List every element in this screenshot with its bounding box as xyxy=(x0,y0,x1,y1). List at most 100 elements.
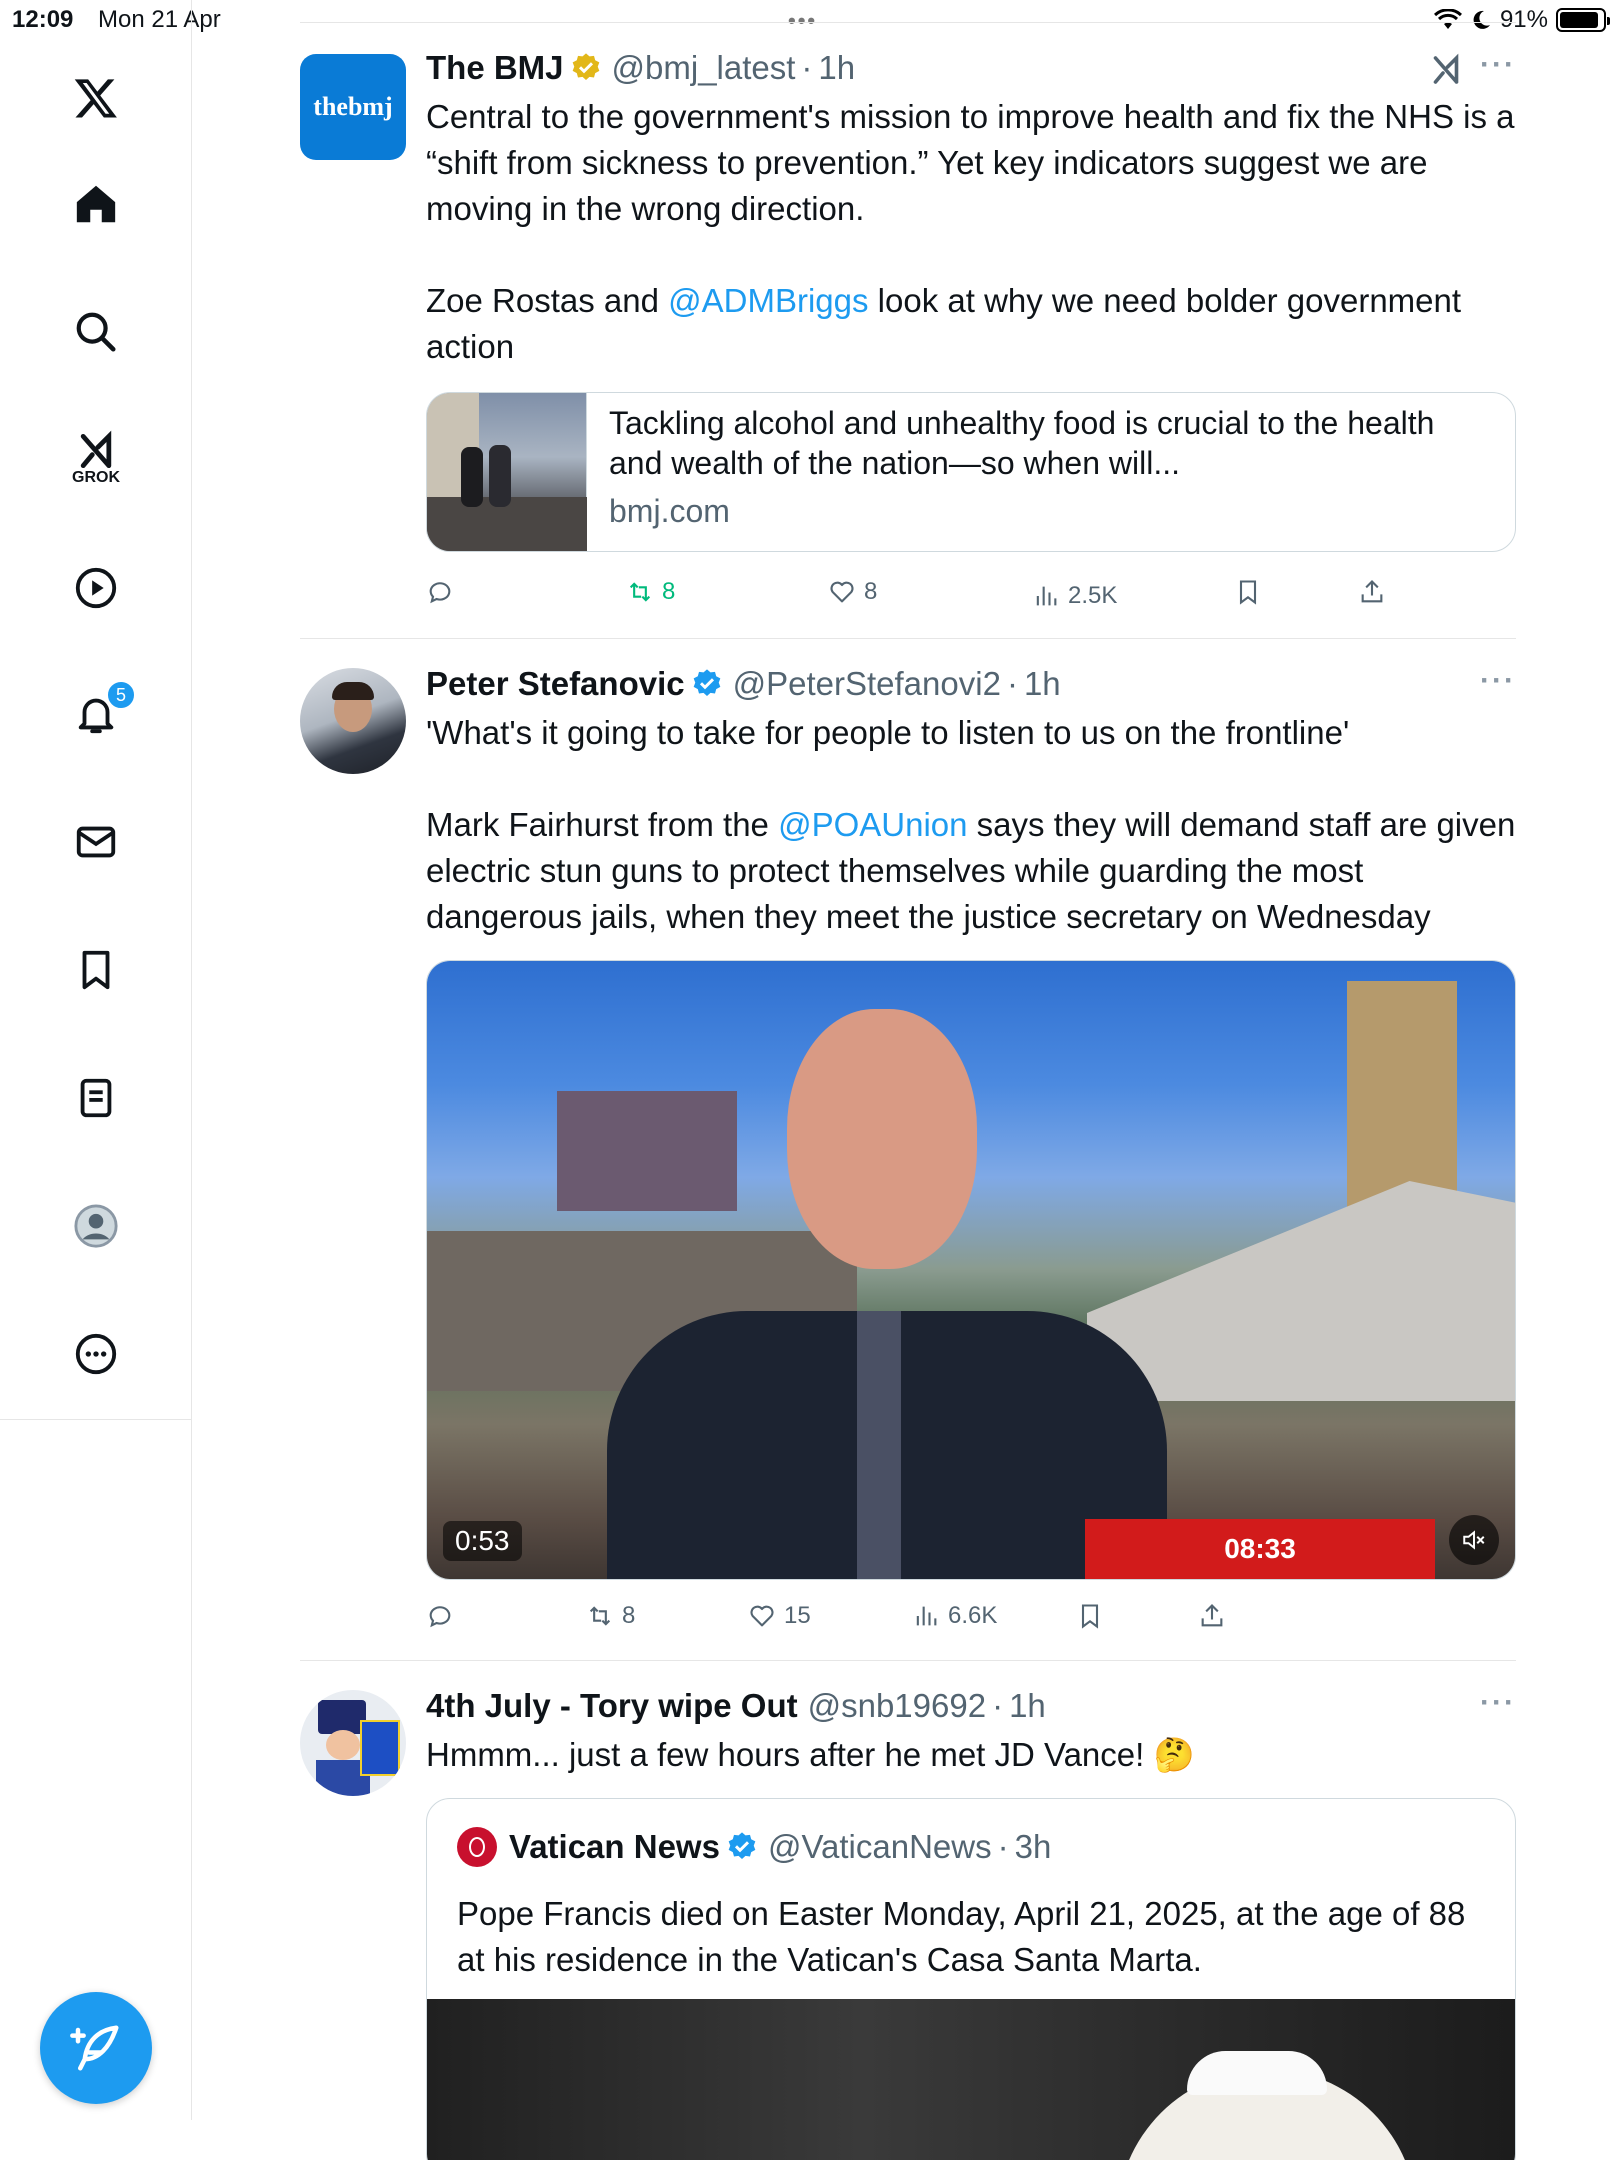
compose-feather-icon xyxy=(70,2025,119,2071)
repost-button[interactable]: 8 xyxy=(586,1602,635,1630)
status-bar: 12:09 Mon 21 Apr ••• 91% xyxy=(0,0,1620,40)
video-duration: 0:53 xyxy=(443,1521,522,1561)
views-icon xyxy=(916,1606,937,1626)
bookmark-icon xyxy=(1081,1604,1099,1629)
wifi-icon xyxy=(1433,9,1462,29)
video-player[interactable]: 0:53 08:33 xyxy=(426,960,1516,1580)
reply-button[interactable] xyxy=(426,1602,454,1630)
grok-icon[interactable]: GROK xyxy=(58,420,134,496)
blue-verified-icon xyxy=(728,1832,756,1859)
like-button[interactable]: 8 xyxy=(828,578,877,606)
quoted-post-header: Vatican News @VaticanNews · 3h xyxy=(457,1827,1051,1867)
bookmark-button[interactable] xyxy=(1234,578,1262,606)
gold-verified-icon xyxy=(572,53,599,80)
link-card[interactable]: Tackling alcohol and unhealthy food is c… xyxy=(426,392,1516,552)
like-button[interactable]: 15 xyxy=(748,1602,811,1630)
bookmark-icon xyxy=(1239,580,1257,605)
author-handle: @PeterStefanovi2 xyxy=(732,665,1001,702)
tweet-text: Hmmm... just a few hours after he met JD… xyxy=(426,1732,1516,1778)
tweet-header: Peter Stefanovic @PeterStefanovi2 · 1h xyxy=(426,665,1061,703)
mute-button[interactable] xyxy=(1449,1515,1499,1565)
tweet-divider xyxy=(300,1660,1516,1661)
author-handle: @snb19692 xyxy=(807,1687,987,1724)
grok-explain-icon[interactable] xyxy=(1428,52,1464,88)
notifications-icon[interactable]: 5 xyxy=(58,676,136,752)
bmj-logo-text: thebmj xyxy=(313,92,393,121)
share-icon xyxy=(1201,1604,1223,1627)
notification-badge: 5 xyxy=(106,680,136,710)
tweet-peter-stefanovic[interactable]: Peter Stefanovic @PeterStefanovi2 · 1h ·… xyxy=(300,664,1516,1654)
quoted-post-image xyxy=(427,1999,1515,2160)
quoted-post-time: 3h xyxy=(1014,1828,1052,1865)
search-icon[interactable] xyxy=(58,294,134,370)
reply-button[interactable] xyxy=(426,578,454,606)
views-button[interactable]: 2.5K xyxy=(1032,582,1117,610)
video-clock: 08:33 xyxy=(1085,1519,1435,1579)
tweet-actions: 8 8 2.5K xyxy=(426,578,1516,618)
tweet-tory-wipe-out[interactable]: 4th July - Tory wipe Out @snb19692 · 1h … xyxy=(300,1686,1516,2160)
messages-icon[interactable] xyxy=(58,804,134,880)
author-name[interactable]: 4th July - Tory wipe Out xyxy=(426,1687,798,1725)
post-time: 1h xyxy=(1023,665,1061,702)
link-card-title: Tackling alcohol and unhealthy food is c… xyxy=(609,405,1435,481)
bookmarks-icon[interactable] xyxy=(58,932,134,1008)
bookmark-button[interactable] xyxy=(1076,1602,1104,1630)
tweet-text-paragraph: 'What's it going to take for people to l… xyxy=(426,714,1350,751)
more-options-icon[interactable]: ··· xyxy=(1480,1686,1516,1720)
multitasking-dots-icon[interactable]: ••• xyxy=(788,8,817,34)
more-options-icon[interactable]: ··· xyxy=(1480,664,1516,698)
tweet-text-paragraph: Hmmm... just a few hours after he met JD… xyxy=(426,1736,1195,1773)
views-count: 6.6K xyxy=(948,1602,998,1629)
compose-post-button[interactable] xyxy=(40,1992,152,2104)
x-logo-icon[interactable] xyxy=(58,60,134,136)
muted-speaker-icon xyxy=(1463,1530,1485,1550)
video-icon[interactable] xyxy=(58,550,134,626)
video-person-head xyxy=(787,1009,977,1269)
like-count: 15 xyxy=(784,1602,811,1629)
views-button[interactable]: 6.6K xyxy=(912,1602,997,1630)
repost-icon xyxy=(629,582,651,602)
avatar-bmj[interactable]: thebmj xyxy=(300,54,406,160)
grok-label: GROK xyxy=(72,469,120,486)
profile-icon[interactable] xyxy=(58,1188,134,1264)
mention-link[interactable]: @POAUnion xyxy=(778,806,967,843)
share-button[interactable] xyxy=(1358,578,1386,606)
avatar-snb19692[interactable] xyxy=(300,1690,406,1796)
reply-icon xyxy=(429,582,451,604)
sidebar: GROK 5 xyxy=(0,40,192,1420)
tweet-text: 'What's it going to take for people to l… xyxy=(426,710,1516,940)
tweet-bmj[interactable]: thebmj The BMJ @bmj_latest · 1h ··· Cent… xyxy=(300,48,1516,638)
battery-level xyxy=(1560,12,1599,28)
battery-percent: 91% xyxy=(1499,6,1548,33)
repost-button[interactable]: 8 xyxy=(626,578,675,606)
heart-icon xyxy=(750,1605,774,1627)
share-button[interactable] xyxy=(1198,1602,1226,1630)
tweet-text-paragraph: Central to the government's mission to i… xyxy=(426,98,1515,227)
views-count: 2.5K xyxy=(1068,582,1118,609)
quoted-post[interactable]: Vatican News @VaticanNews · 3h Pope Fran… xyxy=(426,1798,1516,2160)
vatican-news-avatar[interactable] xyxy=(457,1827,497,1867)
quoted-author-handle: @VaticanNews xyxy=(767,1828,992,1865)
avatar-peter-stefanovic[interactable] xyxy=(300,668,406,774)
author-name[interactable]: The BMJ xyxy=(426,49,564,87)
like-count: 8 xyxy=(864,578,878,605)
moon-icon xyxy=(1473,10,1490,29)
tweet-header: 4th July - Tory wipe Out @snb19692 · 1h xyxy=(426,1687,1046,1725)
link-card-domain: bmj.com xyxy=(609,493,730,529)
repost-count: 8 xyxy=(622,1602,636,1629)
author-name[interactable]: Peter Stefanovic xyxy=(426,665,685,703)
tweet-text-part: Zoe Rostas and xyxy=(426,282,669,319)
mention-link[interactable]: @ADMBriggs xyxy=(668,282,868,319)
tweet-divider xyxy=(300,638,1516,639)
more-menu-icon[interactable] xyxy=(58,1316,134,1392)
post-time: 1h xyxy=(1009,1687,1046,1724)
video-building xyxy=(557,1091,737,1211)
tweet-text: Central to the government's mission to i… xyxy=(426,94,1516,370)
lists-icon[interactable] xyxy=(58,1060,134,1136)
more-options-icon[interactable]: ··· xyxy=(1480,48,1516,82)
tweet-actions: 8 15 6.6K xyxy=(426,1602,1516,1642)
quoted-author-name[interactable]: Vatican News xyxy=(509,1828,720,1866)
home-icon[interactable] xyxy=(58,166,134,242)
tweet-header: The BMJ @bmj_latest · 1h xyxy=(426,49,856,87)
views-icon xyxy=(1036,586,1057,606)
